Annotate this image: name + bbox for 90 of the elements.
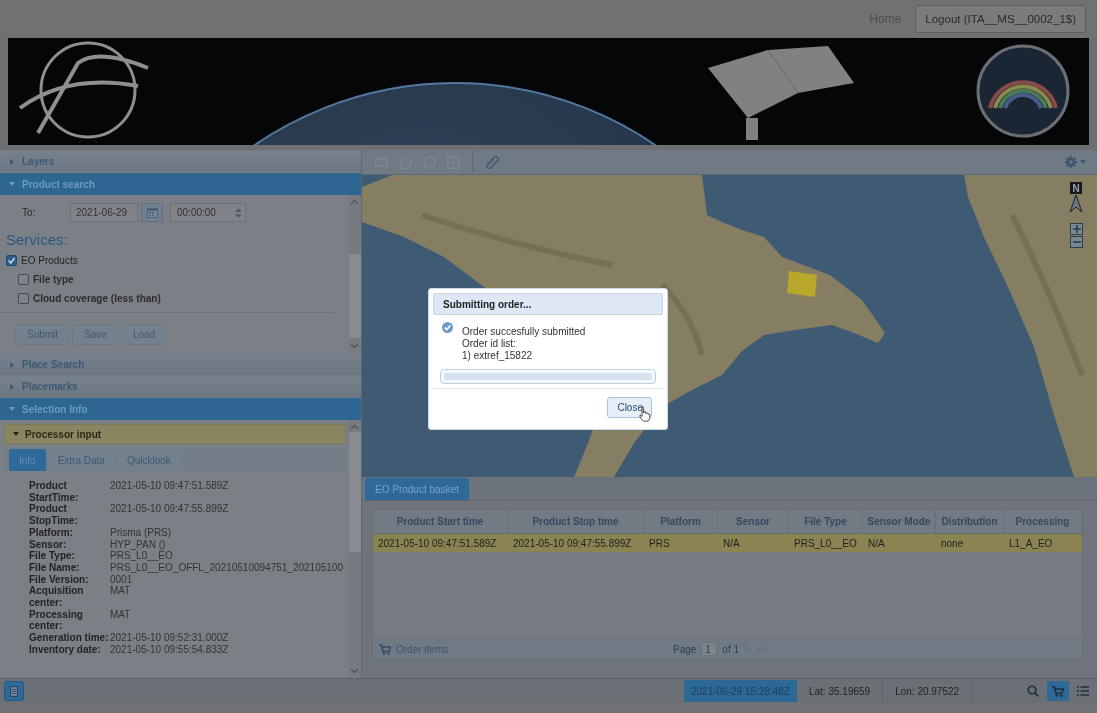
ruler-icon	[485, 155, 499, 169]
map-tool-button[interactable]	[483, 153, 501, 171]
dialog-title: Submitting order...	[433, 293, 663, 315]
field-value: 0001	[110, 573, 134, 586]
caret-icon	[1079, 160, 1086, 164]
latitude-display: Lat: 35.19659	[796, 680, 884, 702]
column-header[interactable]: Sensor Mode	[863, 510, 936, 533]
search-icon	[1027, 685, 1039, 697]
field-label: Inventory date:	[29, 643, 102, 656]
document-button[interactable]	[4, 681, 24, 701]
field-label: File Version:	[29, 573, 90, 586]
field-value: HYP_PAN ()	[110, 538, 167, 551]
calendar-button[interactable]	[141, 203, 163, 222]
chevron-up-icon[interactable]	[350, 424, 359, 430]
close-button[interactable]: Close	[607, 396, 652, 418]
caret-icon	[9, 383, 15, 390]
caret-icon	[9, 158, 15, 165]
field-label: File Name:	[29, 561, 81, 574]
column-header[interactable]: Processing	[1004, 510, 1082, 533]
to-label: To:	[21, 207, 37, 218]
field-label: Product StopTime:	[29, 503, 79, 527]
caret-icon	[13, 431, 19, 437]
page-label: Page	[673, 643, 697, 655]
field-label: Sensor:	[29, 538, 68, 551]
list-icon	[1077, 686, 1089, 696]
field-value: PRS_L0__EO	[110, 550, 174, 562]
time-field[interactable]: 00:00:00	[170, 203, 246, 222]
footprint-marker[interactable]	[787, 271, 817, 297]
plus-icon	[1072, 225, 1081, 233]
north-label[interactable]: N	[1070, 182, 1082, 194]
field-value: 2021-05-10 09:47:51.589Z	[110, 480, 230, 493]
column-header[interactable]: Product Stop time	[508, 510, 644, 533]
column-header[interactable]: Platform	[644, 510, 718, 533]
caret-icon	[9, 361, 15, 368]
minus-icon	[1072, 241, 1081, 243]
field-label: Platform:	[29, 526, 74, 539]
check-circle-icon	[442, 322, 453, 333]
cart-button[interactable]	[1047, 681, 1069, 701]
checkbox[interactable]	[6, 255, 17, 266]
column-header[interactable]: Product Start time	[373, 510, 508, 533]
checkbox[interactable]	[18, 293, 29, 304]
checkbox-label: Cloud coverage (less than)	[33, 293, 161, 304]
caret-icon	[9, 181, 15, 187]
message-line: Order succesfully submitted	[462, 326, 586, 338]
caret-icon	[9, 406, 15, 412]
chevron-down-icon[interactable]	[350, 668, 359, 674]
field-label: File Type:	[29, 550, 76, 562]
field-label: Product StartTime:	[29, 480, 80, 504]
field-value: MAT	[110, 608, 132, 622]
cart-icon	[379, 643, 391, 655]
field-value: Prisma (PRS)	[110, 526, 173, 539]
scrollbar[interactable]	[348, 420, 361, 678]
field-label: Generation time:	[29, 632, 110, 644]
field-label: Processing center:	[29, 608, 84, 633]
page-number-field[interactable]: 1	[701, 642, 718, 656]
settings-icon	[1064, 156, 1077, 168]
spinner-icon[interactable]	[235, 206, 242, 219]
message-line: 1) extref_15822	[462, 350, 534, 362]
tab[interactable]: EO Product basket	[365, 478, 469, 500]
page-total: of 1	[722, 643, 740, 655]
checkbox-label: File type	[33, 274, 74, 285]
logout-button[interactable]: Logout (ITA__MS__0002_1$)	[915, 5, 1086, 33]
scrollbar[interactable]	[348, 195, 361, 353]
field-value: 2021-05-10 09:47:55.899Z	[110, 503, 230, 517]
document-icon	[10, 685, 18, 697]
panel-header[interactable]: Processor input	[4, 424, 346, 444]
services-heading: Services:	[6, 231, 69, 248]
field-value: PRS_L0__EO_OFFL_20210510094751_202105100	[110, 561, 344, 574]
chevron-up-icon[interactable]	[350, 199, 359, 205]
checkbox[interactable]	[18, 274, 29, 285]
field-value: MAT	[110, 585, 132, 599]
column-header[interactable]: Distribution	[936, 510, 1004, 533]
table-row[interactable]: 2021-05-10 09:47:51.589Z 2021-05-10 09:47:55.899Z PRS N/A PRS_L0__EO N/A none L1_A_EO	[373, 534, 1082, 552]
column-header[interactable]: File Type	[789, 510, 863, 533]
accordion-header[interactable]: Product search	[0, 173, 361, 195]
field-value: 2021-05-10 09:52:31.000Z	[110, 632, 230, 644]
message-line: Order id list:	[462, 338, 517, 350]
checkbox-label: EO Products	[21, 255, 78, 266]
column-header[interactable]: Sensor	[718, 510, 789, 533]
north-arrow-icon[interactable]	[1069, 195, 1083, 213]
calendar-icon	[146, 207, 158, 218]
zoom-out-button[interactable]	[1070, 236, 1083, 248]
longitude-display: Lon: 20.97522	[883, 680, 973, 702]
field-label: Acquisition center:	[29, 585, 85, 609]
chevron-down-icon[interactable]	[350, 343, 359, 349]
accordion-header[interactable]: Selection Info	[0, 398, 361, 420]
zoom-in-button[interactable]	[1070, 223, 1083, 235]
field-value: 2021-05-10 09:55:54.833Z	[110, 643, 230, 656]
date-field[interactable]: 2021-06-29	[70, 203, 138, 222]
cart-icon	[1052, 685, 1064, 697]
